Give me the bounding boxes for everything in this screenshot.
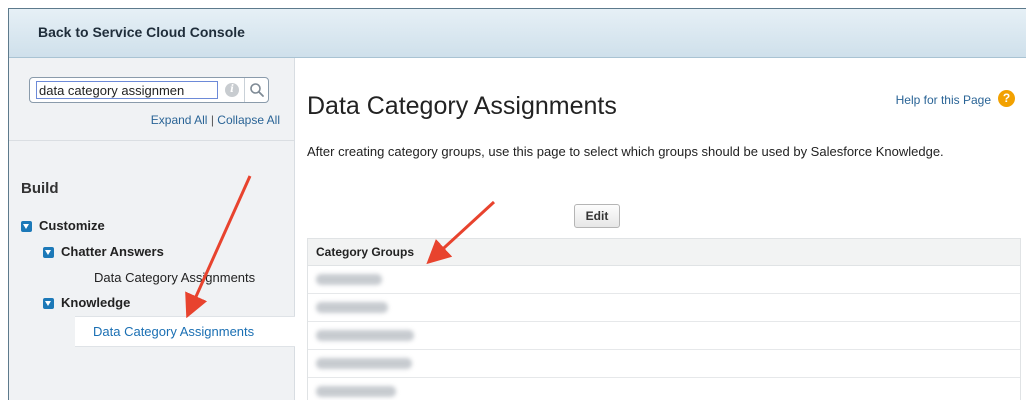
redacted-cell [316, 386, 396, 397]
edit-button[interactable]: Edit [574, 204, 620, 228]
redacted-cell [316, 274, 382, 285]
category-groups-table: Category Groups [307, 238, 1021, 400]
chatter-answers-toggle-icon[interactable] [43, 247, 54, 258]
separator: | [210, 113, 214, 127]
page-title: Data Category Assignments [307, 92, 617, 120]
table-row [308, 322, 1020, 350]
expand-all-link[interactable]: Expand All [151, 113, 208, 127]
info-icon[interactable]: i [225, 83, 239, 97]
help-link[interactable]: Help for this Page [896, 93, 991, 107]
tree-item-customize[interactable]: Customize [39, 218, 105, 233]
tree-item-knowledge-data-category-assignments[interactable]: Data Category Assignments [75, 316, 295, 347]
back-to-console-link[interactable]: Back to Service Cloud Console [38, 24, 245, 40]
table-row [308, 294, 1020, 322]
redacted-cell [316, 358, 412, 369]
redacted-cell [316, 302, 388, 313]
tree-item-knowledge[interactable]: Knowledge [61, 295, 130, 310]
column-header-category-groups: Category Groups [308, 239, 1020, 266]
top-bar: Back to Service Cloud Console [9, 9, 1026, 58]
tree-item-chatter-data-category-assignments[interactable]: Data Category Assignments [94, 270, 255, 285]
customize-toggle-icon[interactable] [21, 221, 32, 232]
help-icon[interactable]: ? [998, 90, 1015, 107]
collapse-all-link[interactable]: Collapse All [217, 113, 280, 127]
sidebar: i Expand All | Collapse All Build Custom… [9, 58, 295, 400]
table-row [308, 266, 1020, 294]
page-description: After creating category groups, use this… [307, 144, 944, 159]
build-section-heading: Build [21, 180, 59, 197]
redacted-cell [316, 330, 414, 341]
table-row [308, 350, 1020, 378]
tree-item-chatter-answers[interactable]: Chatter Answers [61, 244, 164, 259]
quick-find-input[interactable] [36, 81, 218, 99]
search-icon[interactable] [244, 78, 269, 102]
main-content: Data Category Assignments Help for this … [295, 58, 1026, 400]
table-row [308, 378, 1020, 400]
knowledge-toggle-icon[interactable] [43, 298, 54, 309]
app-frame: Back to Service Cloud Console i Expand A… [8, 8, 1026, 400]
quick-find: i [29, 77, 269, 103]
selected-item-label: Data Category Assignments [93, 324, 255, 339]
divider [9, 140, 294, 141]
expand-collapse-controls: Expand All | Collapse All [151, 113, 280, 127]
